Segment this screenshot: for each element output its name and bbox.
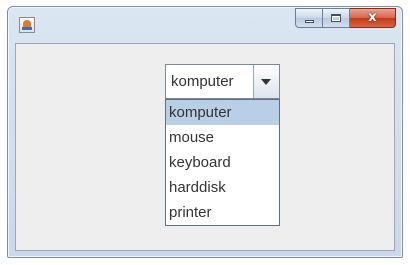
title-bar[interactable]: x [8,7,402,43]
list-item[interactable]: harddisk [166,175,279,200]
combo-arrow-button[interactable] [253,65,279,98]
minimize-button[interactable] [295,8,323,28]
maximize-button[interactable] [323,8,350,28]
dropdown-list: komputer mouse keyboard harddisk printer [165,99,280,226]
chevron-down-icon [261,79,271,85]
combo-selected-value: komputer [171,73,234,90]
content-pane: komputer komputer mouse keyboard harddis… [15,43,395,251]
window-controls: x [295,8,396,28]
close-icon: x [368,10,377,25]
list-item[interactable]: mouse [166,125,279,150]
app-window: x komputer komputer mouse keyboard hardd… [7,6,403,258]
java-app-icon[interactable] [19,17,35,33]
list-item[interactable]: keyboard [166,150,279,175]
close-button[interactable]: x [350,8,396,28]
maximize-icon [331,14,341,22]
combo-box[interactable]: komputer [165,64,280,99]
minimize-icon [305,20,314,23]
list-item[interactable]: printer [166,200,279,225]
list-item[interactable]: komputer [166,100,279,125]
